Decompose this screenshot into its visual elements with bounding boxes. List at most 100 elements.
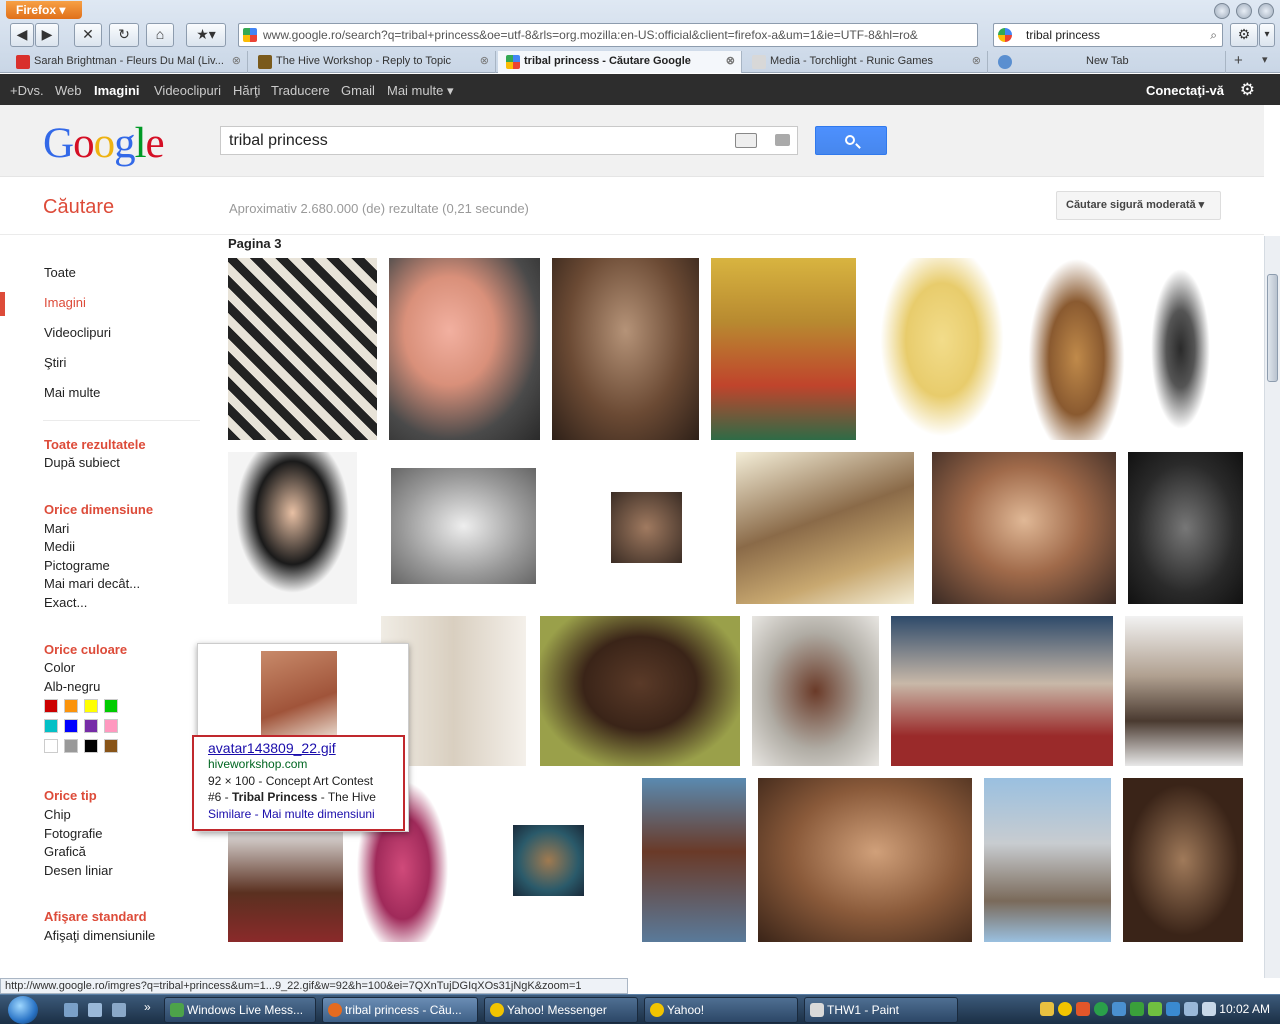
- filter-color-bw[interactable]: Alb-negru: [44, 679, 100, 694]
- filter-any-type[interactable]: Orice tip: [44, 788, 97, 803]
- tab-close-icon[interactable]: ⊗: [972, 51, 981, 72]
- tab-hive-workshop[interactable]: The Hive Workshop - Reply to Topic ⊗: [250, 51, 496, 73]
- similar-sizes-links[interactable]: Similare - Mai multe dimensiuni: [208, 807, 403, 821]
- new-tab-icon[interactable]: +: [1234, 52, 1243, 69]
- gbar-plus-you[interactable]: +Dvs.: [10, 83, 44, 98]
- taskbar-item-yahoo-messenger[interactable]: Yahoo! Messenger: [484, 997, 638, 1023]
- taskbar-item-yahoo[interactable]: Yahoo!: [644, 997, 798, 1023]
- color-swatch[interactable]: [64, 739, 78, 753]
- toolbar-overflow-icon[interactable]: ▾: [1259, 23, 1275, 47]
- color-swatch[interactable]: [64, 719, 78, 733]
- color-swatch[interactable]: [84, 719, 98, 733]
- firefox-menu-button[interactable]: Firefox ▾: [6, 1, 82, 19]
- filter-any-color[interactable]: Orice culoare: [44, 642, 127, 657]
- image-result[interactable]: [1028, 258, 1125, 440]
- color-swatch[interactable]: [44, 719, 58, 733]
- filter-standard-view[interactable]: Afişare standard: [44, 909, 147, 924]
- image-result[interactable]: [540, 616, 740, 766]
- page-scrollbar[interactable]: [1264, 236, 1280, 978]
- image-result[interactable]: [758, 778, 972, 942]
- search-button[interactable]: [815, 126, 887, 155]
- forward-button[interactable]: ▶: [35, 23, 59, 47]
- quick-launch-overflow-icon[interactable]: »: [144, 1000, 151, 1014]
- image-result[interactable]: [391, 468, 536, 584]
- image-result[interactable]: [736, 452, 914, 604]
- search-icon[interactable]: ⌕: [1210, 24, 1217, 46]
- filter-size-large[interactable]: Mari: [44, 521, 69, 536]
- tray-app-icon[interactable]: [1148, 1002, 1162, 1016]
- volume-icon[interactable]: [1202, 1002, 1216, 1016]
- filter-size-larger-than[interactable]: Mai mari decât...: [44, 576, 140, 591]
- image-filename-link[interactable]: avatar143809_22.gif: [208, 740, 403, 756]
- tray-yahoo-icon[interactable]: [1058, 1002, 1072, 1016]
- filter-size-exact[interactable]: Exact...: [44, 595, 87, 610]
- image-result[interactable]: [752, 616, 879, 766]
- show-desktop-icon[interactable]: [64, 1003, 78, 1017]
- image-result[interactable]: [513, 825, 584, 896]
- filter-type-face[interactable]: Chip: [44, 807, 71, 822]
- sign-in-link[interactable]: Conectaţi-vă: [1146, 83, 1224, 98]
- maximize-icon[interactable]: [1236, 3, 1252, 19]
- addon-icon[interactable]: ⚙: [1230, 23, 1258, 47]
- gbar-images[interactable]: Imagini: [94, 83, 140, 98]
- filter-color-full[interactable]: Color: [44, 660, 75, 675]
- gbar-web[interactable]: Web: [55, 83, 82, 98]
- gear-icon[interactable]: ⚙: [1240, 80, 1255, 100]
- image-result[interactable]: [228, 258, 377, 440]
- tray-app-icon[interactable]: [1076, 1002, 1090, 1016]
- reload-button[interactable]: ↻: [109, 23, 139, 47]
- scrollbar-thumb[interactable]: [1267, 274, 1278, 382]
- image-result[interactable]: [389, 258, 540, 440]
- search-input[interactable]: tribal princess: [220, 126, 798, 155]
- taskbar-item-firefox[interactable]: tribal princess - Cău...: [322, 997, 478, 1023]
- close-window-icon[interactable]: [1258, 3, 1274, 19]
- image-result[interactable]: [1128, 452, 1243, 604]
- taskbar-item-paint[interactable]: THW1 - Paint: [804, 997, 958, 1023]
- keyboard-icon[interactable]: [735, 133, 757, 148]
- color-swatch[interactable]: [64, 699, 78, 713]
- safe-search-dropdown[interactable]: Căutare sigură moderată ▾: [1056, 191, 1221, 220]
- gbar-translate[interactable]: Traducere: [271, 83, 330, 98]
- stop-button[interactable]: ✕: [74, 23, 102, 47]
- bookmarks-button[interactable]: ★▾: [186, 23, 226, 47]
- image-result[interactable]: [711, 258, 856, 440]
- color-swatch[interactable]: [44, 739, 58, 753]
- image-result[interactable]: [611, 492, 682, 563]
- image-result[interactable]: [552, 258, 699, 440]
- gbar-maps[interactable]: Hărţi: [233, 83, 260, 98]
- gbar-more[interactable]: Mai multe ▾: [387, 83, 454, 99]
- filter-by-subject[interactable]: După subiect: [44, 455, 120, 470]
- tab-tribal-princess[interactable]: tribal princess - Căutare Google ⊗: [498, 51, 742, 73]
- tab-close-icon[interactable]: ⊗: [480, 51, 489, 72]
- browser-search-input[interactable]: tribal princess ⌕: [993, 23, 1223, 47]
- tab-new-tab[interactable]: New Tab: [990, 51, 1226, 73]
- hover-thumbnail[interactable]: [261, 651, 337, 737]
- tab-list-icon[interactable]: ▾: [1262, 53, 1268, 66]
- image-result[interactable]: [1147, 258, 1214, 440]
- quick-launch-icon[interactable]: [88, 1003, 102, 1017]
- taskbar-item-live-messenger[interactable]: Windows Live Mess...: [164, 997, 316, 1023]
- color-swatch[interactable]: [104, 739, 118, 753]
- sidebar-item-more[interactable]: Mai multe: [44, 385, 100, 400]
- gbar-gmail[interactable]: Gmail: [341, 83, 375, 98]
- tray-folder-icon[interactable]: [1040, 1002, 1054, 1016]
- clock[interactable]: 10:02 AM: [1219, 1002, 1270, 1016]
- color-swatch[interactable]: [104, 719, 118, 733]
- tray-messenger-icon[interactable]: [1094, 1002, 1108, 1016]
- home-button[interactable]: ⌂: [146, 23, 174, 47]
- image-hover-card[interactable]: avatar143809_22.gif hiveworkshop.com 92 …: [192, 643, 409, 832]
- image-result[interactable]: [228, 452, 357, 604]
- url-bar[interactable]: www.google.ro/search?q=tribal+princess&o…: [238, 23, 978, 47]
- filter-type-lineart[interactable]: Desen liniar: [44, 863, 113, 878]
- filter-size-icon[interactable]: Pictograme: [44, 558, 110, 573]
- color-swatch[interactable]: [84, 699, 98, 713]
- sidebar-item-images[interactable]: Imagini: [44, 295, 86, 310]
- minimize-icon[interactable]: [1214, 3, 1230, 19]
- color-swatch[interactable]: [44, 699, 58, 713]
- image-result[interactable]: [1123, 778, 1243, 942]
- image-result[interactable]: [932, 452, 1116, 604]
- image-result[interactable]: [984, 778, 1111, 942]
- tray-app-icon[interactable]: [1130, 1002, 1144, 1016]
- network-icon[interactable]: [1184, 1002, 1198, 1016]
- filter-type-photo[interactable]: Fotografie: [44, 826, 103, 841]
